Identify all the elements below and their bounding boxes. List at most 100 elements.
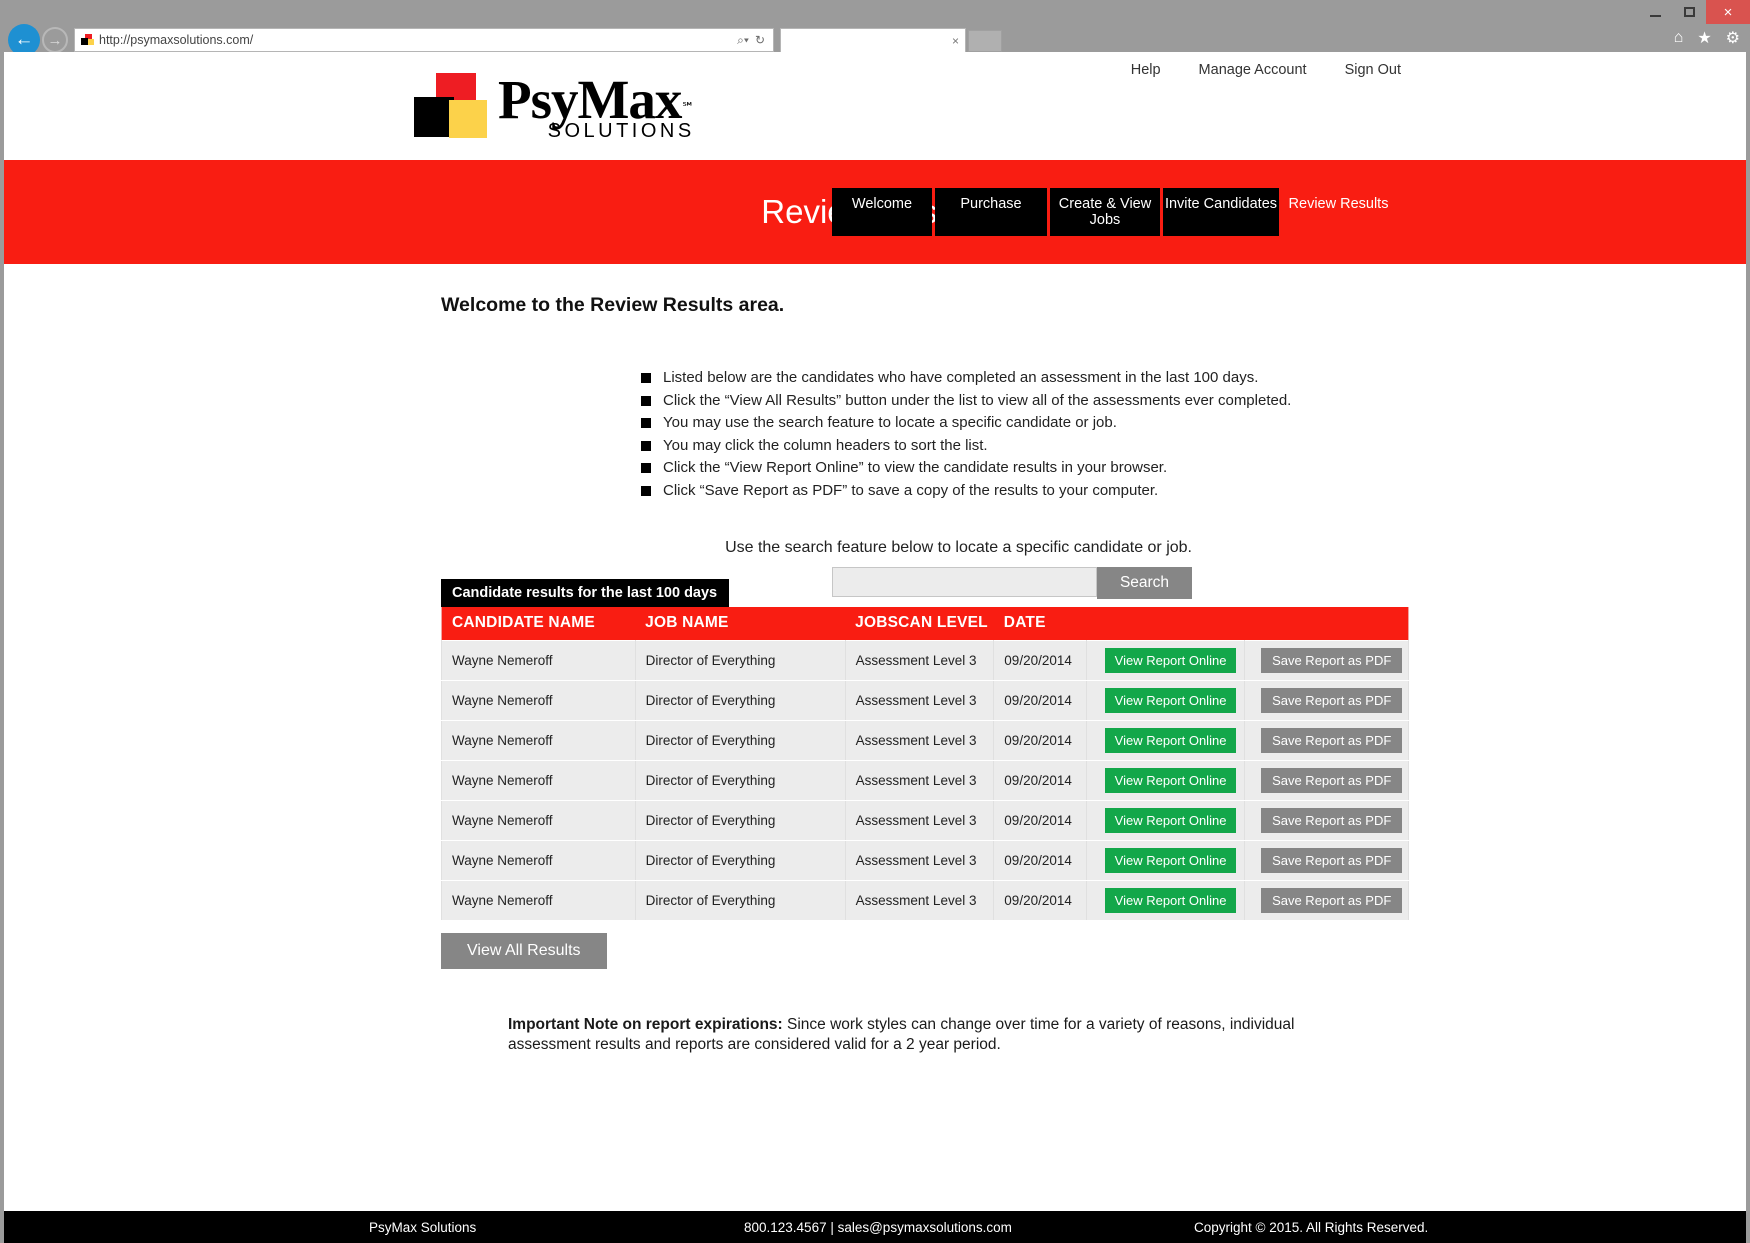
column-header-jobscan-level[interactable]: JOBSCAN LEVEL	[845, 606, 994, 640]
browser-titlebar: ×	[0, 0, 1750, 24]
cell-candidate-name: Wayne Nemeroff	[441, 679, 636, 721]
nav-tab-purchase[interactable]: Purchase	[935, 188, 1047, 236]
save-report-as-pdf-button[interactable]: Save Report as PDF	[1261, 887, 1403, 913]
expiration-note-label: Important Note on report expirations:	[508, 1015, 783, 1033]
site-footer: PsyMax Solutions 800.123.4567 | sales@ps…	[4, 1211, 1746, 1243]
list-item-text: You may click the column headers to sort…	[663, 436, 988, 454]
save-report-as-pdf-button[interactable]: Save Report as PDF	[1261, 687, 1403, 713]
cell-job-name: Director of Everything	[634, 679, 846, 721]
table-row: Wayne Nemeroff Director of Everything As…	[441, 799, 1409, 841]
column-header-date[interactable]: DATE	[993, 606, 1087, 640]
save-report-as-pdf-button[interactable]: Save Report as PDF	[1261, 727, 1403, 753]
cell-jobscan-level: Assessment Level 3	[844, 759, 995, 801]
refresh-icon[interactable]: ↻	[755, 33, 765, 47]
browser-window: × ← → http://psymaxsolutions.com/ ⌕▾ ↻ ×…	[0, 0, 1750, 1243]
cell-jobscan-level: Assessment Level 3	[844, 879, 995, 921]
search-dropdown-icon[interactable]: ⌕▾	[737, 33, 749, 48]
view-report-online-button[interactable]: View Report Online	[1104, 727, 1237, 753]
list-item: Click “Save Report as PDF” to save a cop…	[641, 482, 1746, 499]
cell-view-report: View Report Online	[1085, 799, 1246, 841]
cell-save-pdf: Save Report as PDF	[1244, 759, 1409, 801]
footer-contact: 800.123.4567 | sales@psymaxsolutions.com	[744, 1219, 1012, 1235]
logo-word-psymax: PsyMax	[498, 69, 682, 130]
cell-candidate-name: Wayne Nemeroff	[441, 759, 636, 801]
results-table-caption: Candidate results for the last 100 days	[441, 578, 730, 607]
view-report-online-button[interactable]: View Report Online	[1104, 847, 1237, 873]
cell-jobscan-level: Assessment Level 3	[844, 719, 995, 761]
nav-tab-welcome[interactable]: Welcome	[832, 188, 932, 236]
search-hint: Use the search feature below to locate a…	[725, 538, 1192, 556]
link-manage-account[interactable]: Manage Account	[1199, 62, 1307, 78]
cell-job-name: Director of Everything	[634, 639, 846, 681]
expiration-note: Important Note on report expirations: Si…	[508, 1015, 1363, 1057]
table-header-row: CANDIDATE NAME JOB NAME JOBSCAN LEVEL DA…	[441, 606, 1409, 640]
footer-company: PsyMax Solutions	[369, 1219, 477, 1235]
cell-candidate-name: Wayne Nemeroff	[441, 639, 636, 681]
save-report-as-pdf-button[interactable]: Save Report as PDF	[1261, 647, 1403, 673]
list-item: Listed below are the candidates who have…	[641, 369, 1746, 386]
view-report-online-button[interactable]: View Report Online	[1104, 767, 1237, 793]
nav-tab-review-results[interactable]: Review Results	[1282, 188, 1395, 236]
minimize-button[interactable]	[1638, 0, 1672, 24]
results-table-body: Wayne Nemeroff Director of Everything As…	[441, 639, 1409, 921]
site-header: Help Manage Account Sign Out PsyMax℠ SOL…	[4, 52, 1746, 236]
tab-strip: ×	[780, 28, 1002, 52]
save-report-as-pdf-button[interactable]: Save Report as PDF	[1261, 807, 1403, 833]
cell-view-report: View Report Online	[1085, 679, 1246, 721]
cell-view-report: View Report Online	[1085, 879, 1246, 921]
close-tab-icon[interactable]: ×	[952, 34, 959, 48]
cell-candidate-name: Wayne Nemeroff	[441, 879, 636, 921]
bullet-square-icon	[641, 395, 651, 406]
cell-job-name: Director of Everything	[634, 839, 846, 881]
save-report-as-pdf-button[interactable]: Save Report as PDF	[1261, 847, 1403, 873]
view-all-results-row: View All Results	[441, 932, 1746, 969]
close-window-button[interactable]: ×	[1706, 0, 1750, 24]
address-bar[interactable]: http://psymaxsolutions.com/ ⌕▾ ↻	[74, 28, 774, 52]
link-help[interactable]: Help	[1131, 62, 1161, 78]
cell-view-report: View Report Online	[1085, 639, 1246, 681]
logo-trademark: ℠	[681, 99, 695, 115]
cell-view-report: View Report Online	[1085, 759, 1246, 801]
cell-candidate-name: Wayne Nemeroff	[441, 799, 636, 841]
maximize-button[interactable]	[1672, 0, 1706, 24]
page-viewport: Help Manage Account Sign Out PsyMax℠ SOL…	[4, 52, 1746, 1243]
bullet-square-icon	[641, 485, 651, 496]
column-header-job-name[interactable]: JOB NAME	[635, 606, 846, 640]
view-all-results-button[interactable]: View All Results	[441, 932, 607, 969]
bullet-square-icon	[641, 440, 651, 451]
view-report-online-button[interactable]: View Report Online	[1104, 647, 1237, 673]
cell-jobscan-level: Assessment Level 3	[844, 679, 995, 721]
logo-wordmark: PsyMax℠ SOLUTIONS	[498, 72, 695, 145]
view-report-online-button[interactable]: View Report Online	[1104, 887, 1237, 913]
view-report-online-button[interactable]: View Report Online	[1104, 687, 1237, 713]
list-item-text: Click “Save Report as PDF” to save a cop…	[663, 481, 1159, 499]
forward-button[interactable]: →	[42, 27, 68, 53]
settings-gear-icon[interactable]: ⚙	[1726, 28, 1740, 48]
address-bar-tools: ⌕▾ ↻	[737, 33, 769, 48]
column-header-pdf	[1244, 606, 1409, 640]
cell-candidate-name: Wayne Nemeroff	[441, 839, 636, 881]
bullet-square-icon	[641, 418, 651, 428]
favorites-star-icon[interactable]: ★	[1697, 28, 1711, 48]
browser-tab[interactable]: ×	[780, 28, 966, 52]
link-sign-out[interactable]: Sign Out	[1345, 62, 1401, 78]
column-header-candidate-name[interactable]: CANDIDATE NAME	[441, 606, 636, 640]
cell-view-report: View Report Online	[1085, 719, 1246, 761]
footer-copyright: Copyright © 2015. All Rights Reserved.	[1194, 1219, 1429, 1235]
list-item: Click the “View All Results” button unde…	[641, 392, 1746, 409]
cell-date: 09/20/2014	[993, 839, 1087, 881]
table-row: Wayne Nemeroff Director of Everything As…	[441, 719, 1409, 761]
nav-tab-invite-candidates[interactable]: Invite Candidates	[1163, 188, 1279, 236]
window-controls: ×	[1638, 0, 1750, 24]
home-icon[interactable]: ⌂	[1674, 29, 1684, 47]
cell-candidate-name: Wayne Nemeroff	[441, 719, 636, 761]
save-report-as-pdf-button[interactable]: Save Report as PDF	[1261, 767, 1403, 793]
list-item: Click the “View Report Online” to view t…	[641, 459, 1746, 476]
nav-tab-create-view-jobs[interactable]: Create & View Jobs	[1050, 188, 1160, 236]
new-tab-button[interactable]	[968, 30, 1002, 52]
cell-date: 09/20/2014	[993, 799, 1087, 841]
psymax-logo[interactable]: PsyMax℠ SOLUTIONS	[414, 72, 695, 145]
cell-job-name: Director of Everything	[634, 879, 846, 921]
cell-save-pdf: Save Report as PDF	[1244, 799, 1409, 841]
view-report-online-button[interactable]: View Report Online	[1104, 807, 1237, 833]
